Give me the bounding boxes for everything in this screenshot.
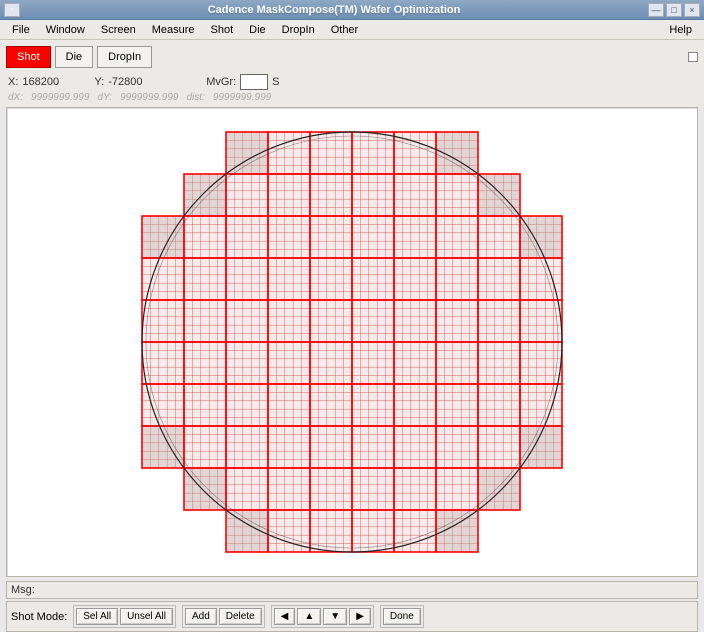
mvgr-label: MvGr: [206,76,236,88]
menu-dropin[interactable]: DropIn [274,22,323,38]
nav-down-button[interactable]: ▼ [323,608,347,625]
coord-row: X: 168200 Y: -72800 MvGr: S [6,68,698,92]
delta-row: dX: 9999999.999 dY: 9999999.999 dist: 99… [6,92,698,107]
window-title: Cadence MaskCompose(TM) Wafer Optimizati… [20,4,648,16]
menu-die[interactable]: Die [241,22,274,38]
window-titlebar: ◦ Cadence MaskCompose(TM) Wafer Optimiza… [0,0,704,20]
nav-group: ◀ ▲ ▼ ▶ [271,605,374,628]
menu-file[interactable]: File [4,22,38,38]
dist-label: dist: [186,92,204,103]
edit-group: Add Delete [182,605,265,628]
view-tabs: Shot Die DropIn [6,46,698,68]
wafer-canvas[interactable] [6,107,698,577]
nav-up-button[interactable]: ▲ [297,608,321,625]
menu-window[interactable]: Window [38,22,93,38]
done-group: Done [380,605,424,628]
dy-label: dY: [97,92,112,103]
x-value: 168200 [22,76,72,88]
tab-shot[interactable]: Shot [6,46,51,68]
y-value: -72800 [108,76,158,88]
minimize-button[interactable]: — [648,3,664,17]
shot-mode-bar: Shot Mode: Sel All Unsel All Add Delete … [6,601,698,632]
toolbar: Shot Die DropIn X: 168200 Y: -72800 MvGr… [0,40,704,107]
menu-bar: File Window Screen Measure Shot Die Drop… [0,20,704,40]
wafer-svg [102,112,602,572]
msg-label: Msg: [11,584,35,596]
message-bar: Msg: [6,581,698,599]
corner-toggle[interactable] [688,52,698,62]
dx-value: 9999999.999 [31,92,89,103]
mvgr-suffix: S [272,76,279,88]
done-button[interactable]: Done [383,608,421,625]
shot-mode-label: Shot Mode: [11,611,67,623]
menu-shot[interactable]: Shot [203,22,242,38]
maximize-button[interactable]: □ [666,3,682,17]
y-label: Y: [94,76,104,88]
window-controls: — □ × [648,3,700,17]
nav-right-button[interactable]: ▶ [349,608,371,625]
unsel-all-button[interactable]: Unsel All [120,608,173,625]
dist-value: 9999999.999 [213,92,271,103]
x-label: X: [8,76,18,88]
sel-all-button[interactable]: Sel All [76,608,118,625]
menu-other[interactable]: Other [323,22,367,38]
select-group: Sel All Unsel All [73,605,176,628]
menu-measure[interactable]: Measure [144,22,203,38]
menu-help[interactable]: Help [661,22,700,38]
close-button[interactable]: × [684,3,700,17]
tab-dropin[interactable]: DropIn [97,46,152,68]
delete-button[interactable]: Delete [219,608,262,625]
add-button[interactable]: Add [185,608,217,625]
menu-screen[interactable]: Screen [93,22,144,38]
dy-value: 9999999.999 [120,92,178,103]
nav-left-button[interactable]: ◀ [274,608,296,625]
mvgr-input[interactable] [240,74,268,90]
tab-die[interactable]: Die [55,46,94,68]
system-menu-icon[interactable]: ◦ [4,3,20,17]
dx-label: dX: [8,92,23,103]
